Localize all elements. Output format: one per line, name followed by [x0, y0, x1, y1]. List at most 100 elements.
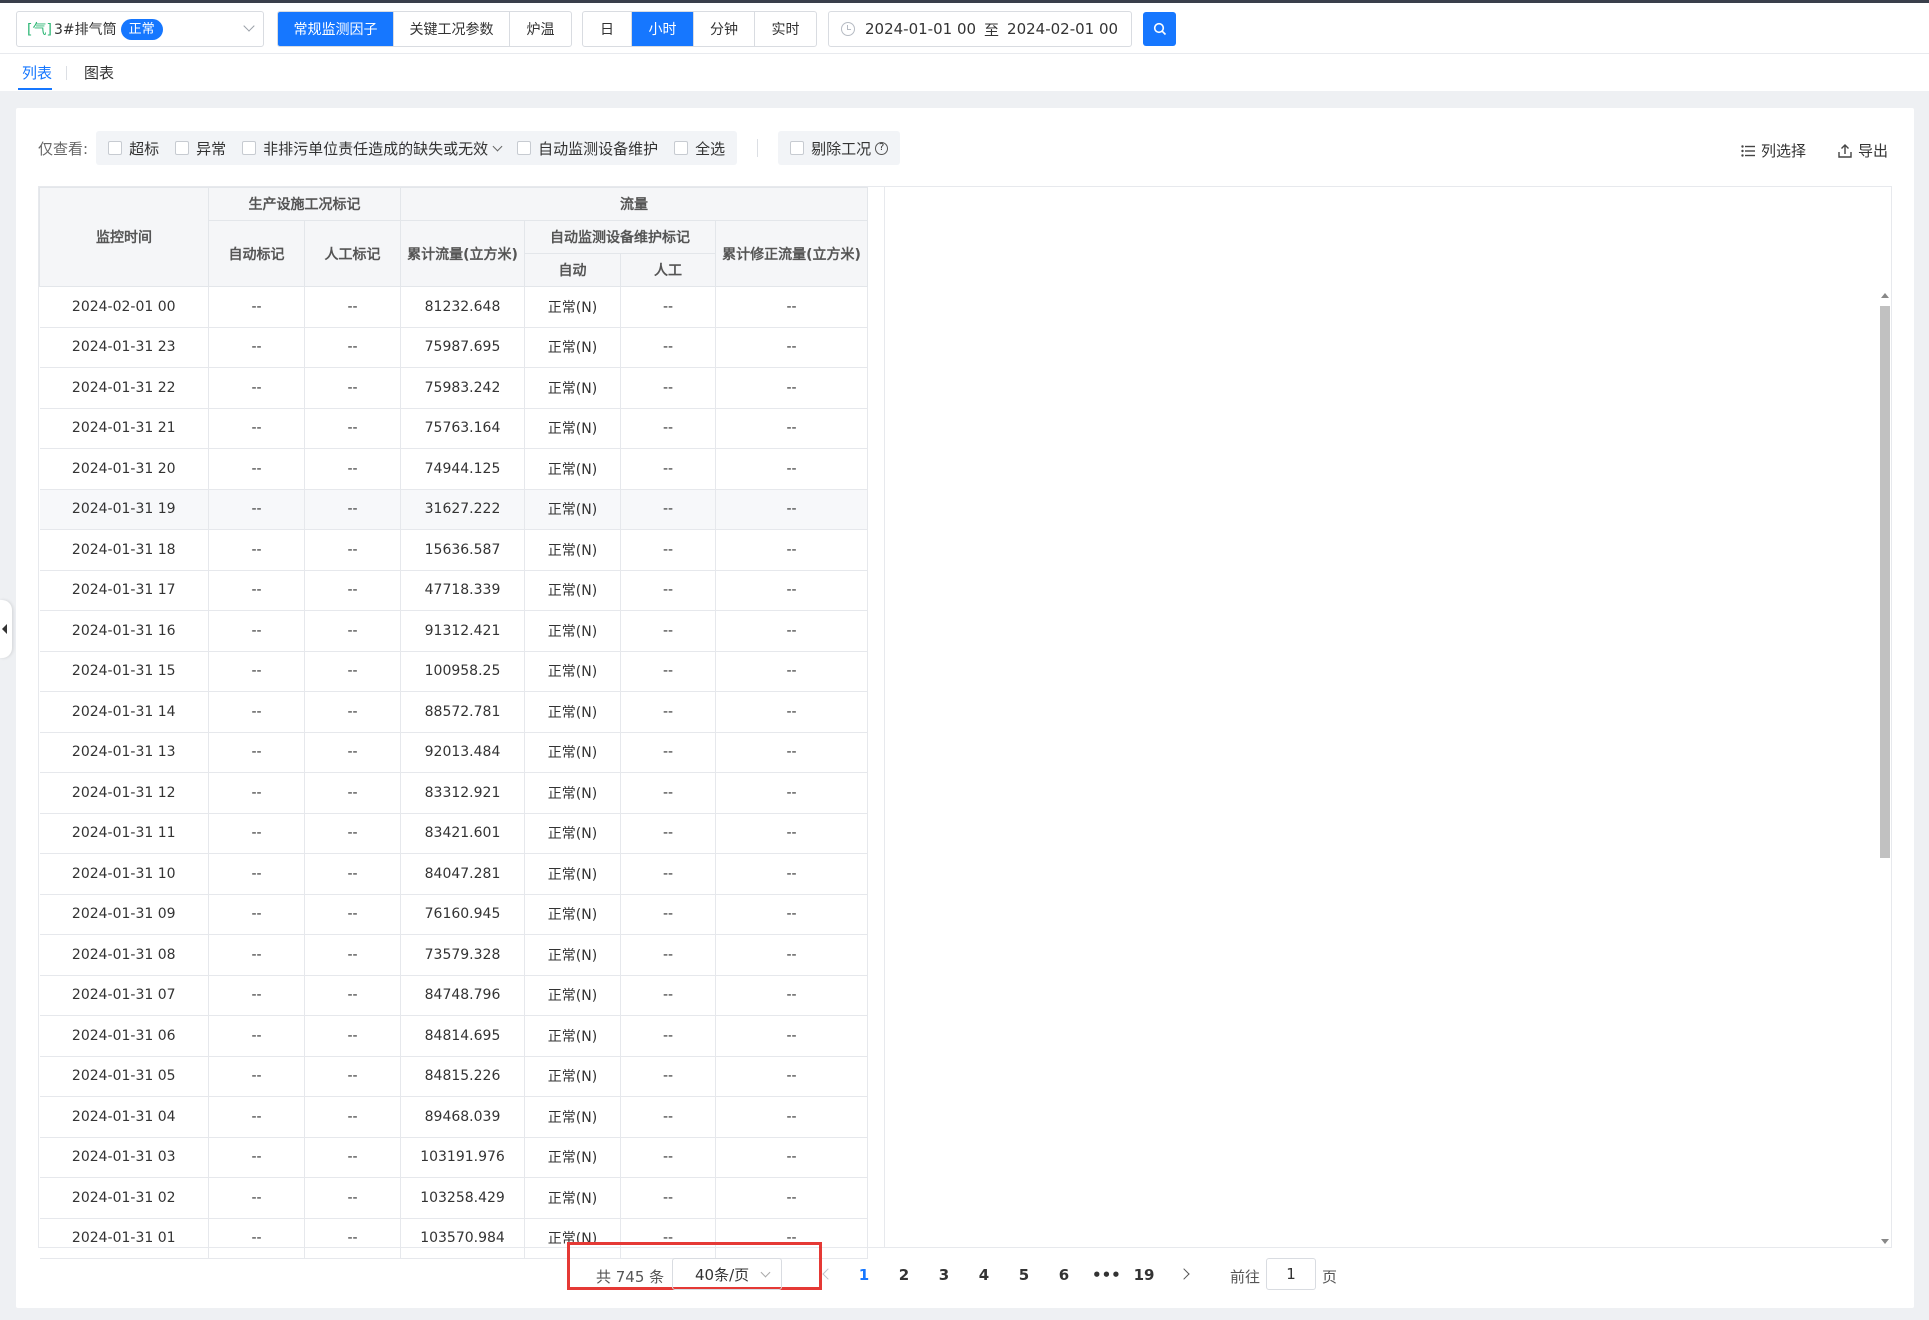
cell-maint-manual: --: [620, 691, 716, 733]
page-4[interactable]: 4: [972, 1266, 996, 1284]
cell-manual-mark: --: [304, 1137, 401, 1178]
page-6[interactable]: 6: [1052, 1266, 1076, 1284]
table-row: 2024-01-31 08 -- -- 73579.328 正常(N) -- --: [39, 934, 868, 976]
filter-exceed[interactable]: 超标: [108, 138, 159, 159]
cell-cum-corrected: --: [715, 894, 868, 935]
cell-cum-corrected: --: [715, 1177, 868, 1219]
filter-abnormal[interactable]: 异常: [175, 138, 226, 159]
cell-manual-mark: --: [304, 286, 401, 328]
sidebar-collapse-toggle[interactable]: [0, 600, 12, 658]
search-button[interactable]: [1143, 12, 1176, 46]
cell-maint-manual: --: [620, 894, 716, 935]
filter-select-all[interactable]: 全选: [674, 138, 725, 159]
chevron-down-icon[interactable]: [492, 141, 503, 151]
page-size-select[interactable]: 40条/页: [672, 1258, 782, 1290]
help-icon[interactable]: ?: [875, 141, 889, 155]
scroll-up-arrow-icon[interactable]: [1881, 293, 1889, 298]
scrollbar-thumb[interactable]: [1880, 306, 1890, 858]
cell-manual-mark: --: [304, 327, 401, 368]
checkbox[interactable]: [674, 141, 689, 155]
more-pages-icon[interactable]: •••: [1092, 1266, 1121, 1284]
cell-maint-auto: 正常(N): [524, 691, 621, 733]
filter-maintenance[interactable]: 自动监测设备维护: [517, 138, 658, 159]
cell-maint-manual: --: [620, 651, 716, 692]
table-row: 2024-01-31 06 -- -- 84814.695 正常(N) -- --: [39, 1015, 868, 1057]
checkbox[interactable]: [108, 141, 123, 155]
checkbox[interactable]: [790, 141, 805, 155]
cell-cum-flow: 103258.429: [400, 1177, 525, 1219]
checkbox[interactable]: [175, 141, 190, 155]
table-row: 2024-01-31 04 -- -- 89468.039 正常(N) -- --: [39, 1096, 868, 1138]
filter-options: 超标 异常 非排污单位责任造成的缺失或无效 自动监测设备维护 全选: [96, 131, 738, 165]
tab-chart[interactable]: 图表: [84, 62, 114, 83]
goto-page-input[interactable]: 1: [1266, 1258, 1316, 1290]
table-tools: 列选择 导出: [1709, 140, 1888, 161]
page-5[interactable]: 5: [1012, 1266, 1036, 1284]
outlet-name: 3#排气筒: [53, 22, 117, 38]
page-3[interactable]: 3: [932, 1266, 956, 1284]
cell-time: 2024-01-31 23: [39, 327, 209, 368]
cell-manual-mark: --: [304, 813, 401, 854]
cell-manual-mark: --: [304, 1177, 401, 1219]
filter-missing-invalid[interactable]: 非排污单位责任造成的缺失或无效: [242, 138, 503, 159]
checkbox[interactable]: [242, 141, 257, 155]
tab-divider: [66, 66, 67, 80]
next-page-icon[interactable]: [1178, 1268, 1190, 1280]
granularity-realtime[interactable]: 实时: [755, 12, 816, 46]
cell-manual-mark: --: [304, 1218, 401, 1259]
cell-auto-mark: --: [208, 1096, 305, 1138]
column-select-button[interactable]: 列选择: [1741, 140, 1806, 161]
granularity-label: 小时: [648, 22, 677, 38]
outlet-select[interactable]: [气] 3#排气筒 正常: [16, 11, 264, 47]
cell-cum-flow: 88572.781: [400, 691, 525, 733]
date-start: 2024-01-01 00: [865, 20, 977, 38]
scroll-down-arrow-icon[interactable]: [1881, 1239, 1889, 1244]
cell-maint-auto: 正常(N): [524, 570, 621, 611]
cell-time: 2024-01-31 21: [39, 408, 209, 449]
tab-list[interactable]: 列表: [22, 62, 52, 83]
cell-cum-flow: 75763.164: [400, 408, 525, 449]
tab-key-conditions[interactable]: 关键工况参数: [394, 12, 510, 46]
page-2[interactable]: 2: [892, 1266, 916, 1284]
cell-auto-mark: --: [208, 975, 305, 1016]
divider: [757, 139, 759, 157]
page-19[interactable]: 19: [1132, 1266, 1156, 1284]
cell-cum-corrected: --: [715, 327, 868, 368]
export-label: 导出: [1857, 142, 1888, 160]
granularity-group: 日 小时 分钟 实时: [582, 11, 817, 47]
tab-furnace-temp[interactable]: 炉温: [510, 12, 571, 46]
cell-maint-manual: --: [620, 448, 716, 490]
cell-cum-flow: 84047.281: [400, 853, 525, 895]
cell-cum-flow: 73579.328: [400, 934, 525, 976]
cell-cum-corrected: --: [715, 529, 868, 571]
cell-auto-mark: --: [208, 286, 305, 328]
cell-maint-manual: --: [620, 489, 716, 530]
cell-manual-mark: --: [304, 1056, 401, 1097]
cell-maint-auto: 正常(N): [524, 975, 621, 1016]
checkbox[interactable]: [517, 141, 532, 155]
col-maint-auto: 自动: [524, 253, 621, 287]
export-button[interactable]: 导出: [1838, 140, 1888, 161]
exclude-conditions[interactable]: 剔除工况 ?: [778, 131, 901, 165]
prev-page-icon[interactable]: [822, 1268, 834, 1280]
cell-auto-mark: --: [208, 529, 305, 571]
granularity-minute[interactable]: 分钟: [694, 12, 755, 46]
cell-maint-manual: --: [620, 610, 716, 652]
cell-manual-mark: --: [304, 1015, 401, 1057]
cell-cum-corrected: --: [715, 286, 868, 328]
export-icon: [1838, 143, 1852, 158]
cell-maint-auto: 正常(N): [524, 934, 621, 976]
granularity-hour[interactable]: 小时: [632, 12, 694, 46]
page-1[interactable]: 1: [852, 1266, 876, 1284]
cell-maint-manual: --: [620, 853, 716, 895]
cell-maint-auto: 正常(N): [524, 651, 621, 692]
cell-maint-auto: 正常(N): [524, 1096, 621, 1138]
tab-regular-factors[interactable]: 常规监测因子: [278, 12, 394, 46]
cell-auto-mark: --: [208, 732, 305, 773]
cell-auto-mark: --: [208, 853, 305, 895]
cell-manual-mark: --: [304, 732, 401, 773]
vertical-scrollbar[interactable]: [1878, 290, 1892, 1247]
date-range-picker[interactable]: 2024-01-01 00 至 2024-02-01 00: [828, 11, 1132, 47]
granularity-day[interactable]: 日: [583, 12, 632, 46]
col-time[interactable]: 监控时间: [39, 187, 209, 287]
